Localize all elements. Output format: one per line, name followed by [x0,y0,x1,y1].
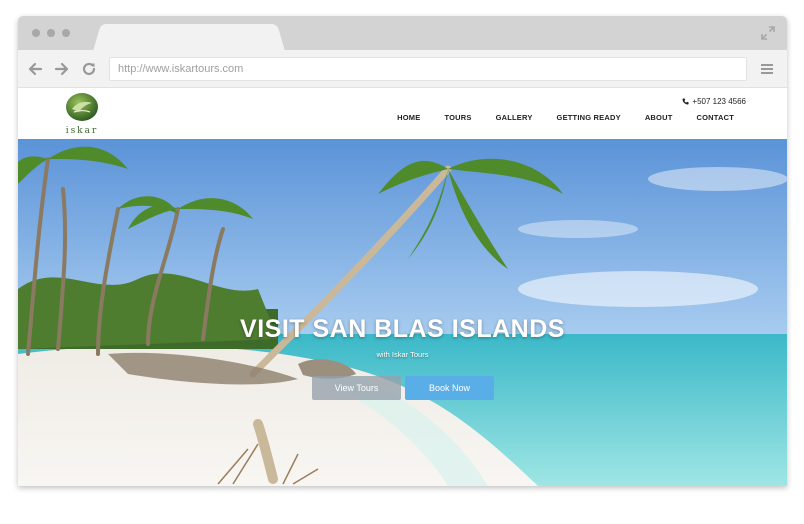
hero-subtitle: with Iskar Tours [376,350,429,359]
close-dot[interactable] [32,29,40,37]
browser-toolbar: http://www.iskartours.com [18,50,787,88]
phone-text: +507 123 4566 [692,97,746,106]
view-tours-button[interactable]: View Tours [312,376,401,400]
logo-emblem [66,93,98,121]
forward-arrow-icon[interactable] [54,61,70,77]
maximize-dot[interactable] [62,29,70,37]
hamburger-menu-icon[interactable] [761,63,773,75]
minimize-dot[interactable] [47,29,55,37]
main-nav: HOME TOURS GALLERY GETTING READY ABOUT C… [373,113,734,122]
window-controls [32,29,70,37]
browser-title-bar [18,16,787,51]
nav-home[interactable]: HOME [397,113,420,122]
site-logo[interactable]: iskar [62,92,102,136]
nav-getting-ready[interactable]: GETTING READY [557,113,621,122]
browser-window: http://www.iskartours.com iskar +507 123… [18,16,787,486]
site-header: iskar +507 123 4566 HOME TOURS GALLERY G… [18,88,787,139]
browser-tab[interactable] [104,24,274,51]
nav-gallery[interactable]: GALLERY [496,113,533,122]
logo-text: iskar [65,126,99,136]
beach-background-image [18,139,787,486]
hero-title: VISIT SAN BLAS ISLANDS [240,315,565,343]
nav-tours[interactable]: TOURS [444,113,471,122]
book-now-button[interactable]: Book Now [405,376,494,400]
reload-icon[interactable] [81,61,97,77]
hero-banner: VISIT SAN BLAS ISLANDS with Iskar Tours … [18,139,787,486]
back-arrow-icon[interactable] [27,61,43,77]
expand-icon[interactable] [761,26,775,40]
phone-icon [682,98,689,105]
nav-about[interactable]: ABOUT [645,113,673,122]
url-bar[interactable]: http://www.iskartours.com [109,57,747,81]
phone-number[interactable]: +507 123 4566 [682,97,746,106]
nav-contact[interactable]: CONTACT [696,113,734,122]
